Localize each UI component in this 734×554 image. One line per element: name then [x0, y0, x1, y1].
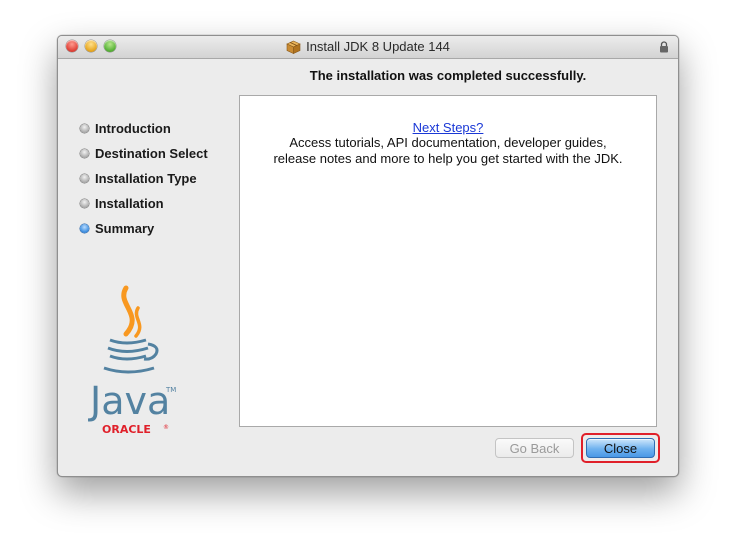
java-trademark: TM	[165, 386, 176, 394]
package-icon	[286, 40, 301, 54]
step-label: Summary	[95, 221, 155, 236]
step-indicator-icon	[80, 124, 89, 133]
step-indicator-icon	[80, 199, 89, 208]
step-indicator-icon	[80, 149, 89, 158]
step-summary: Summary	[80, 216, 250, 241]
step-active-indicator-icon	[80, 224, 89, 233]
page-heading: The installation was completed successfu…	[309, 68, 587, 83]
lock-icon	[660, 41, 668, 53]
step-installation: Installation	[80, 191, 250, 216]
window-title: Install JDK 8 Update 144	[306, 39, 450, 54]
description-line: Access tutorials, API documentation, dev…	[289, 135, 607, 150]
step-installation-type: Installation Type	[80, 166, 250, 191]
java-wordmark: Java	[88, 379, 170, 423]
go-back-button[interactable]: Go Back	[495, 438, 574, 458]
title-bar[interactable]: Install JDK 8 Update 144	[58, 36, 678, 59]
oracle-registered: ®	[163, 424, 169, 431]
close-button[interactable]: Close	[586, 438, 655, 458]
installer-window: Install JDK 8 Update 144 The installatio…	[57, 35, 679, 477]
java-logo-icon: Java TM ORACLE ®	[88, 285, 176, 436]
step-introduction: Introduction	[80, 116, 250, 141]
description-line: release notes and more to help you get s…	[273, 151, 623, 166]
next-steps-link[interactable]: Next Steps?	[240, 120, 656, 135]
step-indicator-icon	[80, 174, 89, 183]
summary-content-panel: Next Steps? Access tutorials, API docume…	[239, 95, 657, 427]
step-label: Installation	[95, 196, 164, 211]
oracle-wordmark: ORACLE	[102, 423, 151, 436]
steps-sidebar: Introduction Destination Select Installa…	[80, 116, 250, 241]
summary-description: Access tutorials, API documentation, dev…	[240, 135, 656, 167]
step-label: Introduction	[95, 121, 171, 136]
step-label: Destination Select	[95, 146, 208, 161]
step-destination-select: Destination Select	[80, 141, 250, 166]
window-title-area: Install JDK 8 Update 144	[58, 36, 678, 58]
step-label: Installation Type	[95, 171, 197, 186]
